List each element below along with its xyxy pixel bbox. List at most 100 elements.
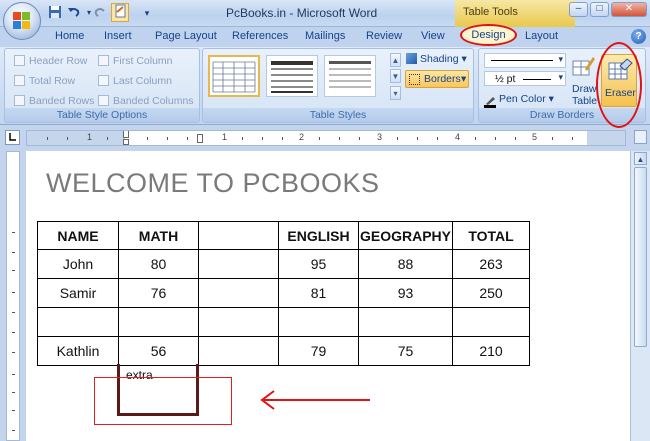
- checkbox-last-column[interactable]: Last Column: [98, 75, 172, 87]
- table-header-row: NAME MATH ENGLISH GEOGRAPHY TOTAL: [37, 221, 530, 250]
- tab-page-layout[interactable]: Page Layout: [155, 30, 217, 42]
- table-header-cell[interactable]: ENGLISH: [278, 221, 359, 250]
- table-style-dark-header[interactable]: [266, 55, 318, 97]
- draw-table-button[interactable]: Draw Table: [569, 53, 597, 107]
- tab-layout[interactable]: Layout: [525, 30, 558, 42]
- vertical-scrollbar[interactable]: ▲: [630, 151, 650, 441]
- ribbon-tab-row: Home Insert Page Layout References Maili…: [0, 27, 650, 47]
- table-style-light[interactable]: [324, 55, 376, 97]
- draw-table-icon: [572, 57, 595, 76]
- table-cell[interactable]: 88: [358, 249, 453, 279]
- borders-dropdown-icon: ▾: [461, 73, 467, 85]
- annotation-box: [94, 377, 232, 425]
- office-logo-icon: [13, 12, 31, 30]
- table-cell[interactable]: John: [37, 249, 119, 279]
- styles-more-icon[interactable]: ▾: [390, 86, 401, 100]
- checkbox-banded-rows[interactable]: Banded Rows: [14, 95, 94, 107]
- line-weight-dropdown-icon: ▾: [558, 72, 563, 82]
- table-row: [37, 307, 530, 337]
- checkbox-header-row[interactable]: Header Row: [14, 55, 87, 67]
- vertical-ruler[interactable]: [6, 151, 20, 441]
- table-cell[interactable]: 95: [278, 249, 359, 279]
- checkbox-banded-columns[interactable]: Banded Columns: [98, 95, 194, 107]
- undo-icon[interactable]: [66, 5, 82, 21]
- annotation-arrow-icon: [260, 390, 370, 410]
- window-title: PcBooks.in - Microsoft Word: [226, 6, 378, 20]
- vertical-ruler-area: [0, 151, 26, 441]
- pen-icon: [484, 96, 496, 108]
- line-style-select[interactable]: ▾: [484, 53, 566, 68]
- eraser-annotation-circle: [596, 42, 642, 128]
- maximize-button[interactable]: □: [590, 2, 609, 17]
- scroll-thumb[interactable]: [634, 167, 647, 347]
- customize-icon[interactable]: ▾: [139, 5, 155, 21]
- table-cell[interactable]: 75: [358, 336, 453, 366]
- hanging-indent-marker[interactable]: [123, 139, 129, 145]
- horizontal-ruler[interactable]: 1 1 2 3 4 5: [26, 130, 626, 146]
- table-cell[interactable]: [118, 307, 199, 337]
- tab-selector-icon[interactable]: [5, 130, 20, 145]
- tab-home[interactable]: Home: [55, 30, 84, 42]
- pen-color-button[interactable]: Pen Color ▾: [484, 93, 554, 108]
- minimize-button[interactable]: –: [569, 2, 588, 17]
- table-cell[interactable]: [37, 307, 119, 337]
- table-cell[interactable]: 80: [118, 249, 199, 279]
- checkbox-first-column[interactable]: First Column: [98, 55, 173, 67]
- office-button[interactable]: [3, 2, 41, 40]
- table-cell[interactable]: Samir: [37, 278, 119, 308]
- table-cell[interactable]: 79: [278, 336, 359, 366]
- redo-icon[interactable]: [92, 5, 108, 21]
- table-row: Samir 76 81 93 250: [37, 278, 530, 308]
- table-cell[interactable]: 76: [118, 278, 199, 308]
- tab-mailings[interactable]: Mailings: [305, 30, 345, 42]
- table-cell[interactable]: [452, 307, 530, 337]
- save-icon[interactable]: [47, 5, 63, 21]
- table-header-cell[interactable]: TOTAL: [452, 221, 530, 250]
- scroll-up-icon[interactable]: ▲: [634, 152, 647, 165]
- new-document-icon[interactable]: [111, 3, 129, 22]
- checkbox-total-row[interactable]: Total Row: [14, 75, 75, 87]
- table-cell[interactable]: 250: [452, 278, 530, 308]
- table-cell[interactable]: 263: [452, 249, 530, 279]
- table-cell[interactable]: [278, 307, 359, 337]
- close-button[interactable]: ✕: [611, 2, 647, 17]
- table-cell[interactable]: 210: [452, 336, 530, 366]
- help-icon[interactable]: ?: [631, 29, 646, 44]
- line-weight-select[interactable]: ½ pt ▾: [484, 71, 566, 86]
- table-header-cell[interactable]: GEOGRAPHY: [358, 221, 453, 250]
- table-cell[interactable]: [198, 249, 279, 279]
- table-cell[interactable]: Kathlin: [37, 336, 119, 366]
- table-cell[interactable]: [358, 307, 453, 337]
- first-line-indent-marker[interactable]: [123, 131, 129, 138]
- title-bar: PcBooks.in - Microsoft Word Table Tools …: [0, 0, 650, 27]
- table-cell[interactable]: 81: [278, 278, 359, 308]
- table-cell[interactable]: [198, 278, 279, 308]
- borders-icon: [409, 74, 420, 85]
- table-cell[interactable]: 93: [358, 278, 453, 308]
- table-row: Kathlin 56 79 75 210: [37, 336, 530, 366]
- table-cell[interactable]: [198, 307, 279, 337]
- column-marker[interactable]: [197, 134, 203, 143]
- tab-view[interactable]: View: [421, 30, 445, 42]
- table-cell[interactable]: [198, 336, 279, 366]
- marks-table[interactable]: NAME MATH ENGLISH GEOGRAPHY TOTAL John 8…: [37, 221, 530, 366]
- styles-scroll-up-icon[interactable]: ▲: [390, 53, 401, 67]
- table-header-cell[interactable]: [198, 221, 279, 250]
- document-heading: WELCOME TO PCBOOKS: [46, 168, 380, 198]
- borders-button[interactable]: Borders ▾: [405, 70, 469, 88]
- tab-insert[interactable]: Insert: [104, 30, 132, 42]
- group-table-style-options: Header Row First Column Total Row Last C…: [4, 48, 200, 123]
- view-ruler-icon[interactable]: [634, 130, 647, 144]
- table-style-grid[interactable]: [208, 55, 260, 97]
- styles-scroll-down-icon[interactable]: ▼: [390, 69, 401, 83]
- tab-references[interactable]: References: [232, 30, 288, 42]
- table-header-cell[interactable]: MATH: [118, 221, 199, 250]
- table-header-cell[interactable]: NAME: [37, 221, 119, 250]
- table-cell[interactable]: 56: [118, 336, 199, 366]
- shading-button[interactable]: Shading ▾: [406, 53, 467, 65]
- table-row: John 80 95 88 263: [37, 249, 530, 279]
- tab-review[interactable]: Review: [366, 30, 402, 42]
- group-label: Table Styles: [203, 108, 473, 122]
- tab-design[interactable]: Design: [460, 24, 517, 46]
- shading-icon: [406, 53, 417, 64]
